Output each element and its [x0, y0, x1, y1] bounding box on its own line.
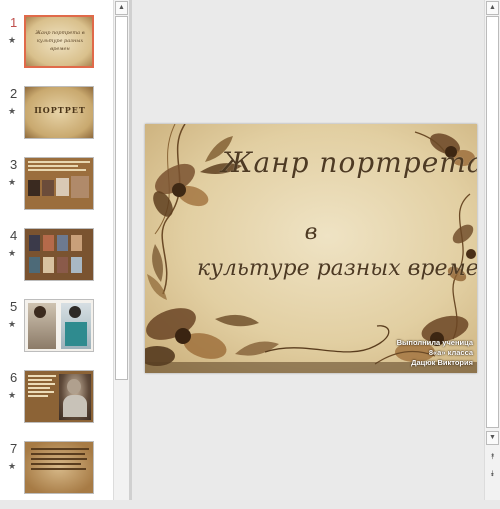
slide-thumbnail-7[interactable]: 7 ★	[0, 441, 113, 509]
scroll-up-arrow-icon[interactable]: ▲	[115, 1, 128, 15]
thumbnail-title: ПОРТРЕТ	[34, 105, 86, 115]
scroll-down-arrow-icon[interactable]: ▼	[486, 431, 499, 445]
author-line-1: Выполнила ученица	[396, 338, 473, 347]
transition-star-icon: ★	[8, 390, 17, 400]
slide-thumbnail-3[interactable]: 3 ★	[0, 157, 113, 225]
slide-title-line-3[interactable]: культуре разных времен	[197, 256, 477, 281]
slide-number: 5	[10, 299, 18, 314]
slide-thumbnail-4[interactable]: 4 ★	[0, 228, 113, 296]
transition-star-icon: ★	[8, 106, 17, 116]
slide-number: 7	[10, 441, 18, 456]
slide-number: 1	[10, 15, 18, 30]
current-slide[interactable]: Жанр портрета в культуре разных времен В…	[145, 124, 477, 373]
slide-number: 6	[10, 370, 18, 385]
transition-star-icon: ★	[8, 461, 17, 471]
slide-number: 3	[10, 157, 18, 172]
slide-thumbnail-5[interactable]: 5 ★	[0, 299, 113, 367]
slide-title-line-2[interactable]: в	[291, 220, 331, 245]
transition-star-icon: ★	[8, 248, 17, 258]
slide-preview	[24, 299, 94, 352]
slide-thumbnail-2[interactable]: 2 ★ ПОРТРЕТ	[0, 86, 113, 154]
slide-preview: ПОРТРЕТ	[24, 86, 94, 139]
slide-preview	[24, 157, 94, 210]
transition-star-icon: ★	[8, 35, 17, 45]
slide-editing-area[interactable]: Жанр портрета в культуре разных времен В…	[132, 0, 484, 500]
slide-thumbnail-6[interactable]: 6 ★	[0, 370, 113, 438]
slide-thumbnail-1[interactable]: 1 ★ Жанр портрета в культуре разных врем…	[0, 15, 113, 83]
slide-preview	[24, 228, 94, 281]
slide-preview	[24, 441, 94, 494]
slide-number: 4	[10, 228, 18, 243]
thumbnail-scrollbar[interactable]: ▲	[113, 0, 129, 500]
previous-slide-icon[interactable]: ⯭	[486, 450, 499, 464]
next-slide-icon[interactable]: ⯯	[486, 467, 499, 481]
thumbnail-title: Жанр портрета в культуре разных времен	[35, 30, 85, 52]
author-caption[interactable]: Выполнила ученица 8«а» класса Дацюк Викт…	[363, 338, 473, 368]
scrollbar-thumb[interactable]	[486, 16, 499, 428]
transition-star-icon: ★	[8, 319, 17, 329]
transition-star-icon: ★	[8, 177, 17, 187]
slide-scrollbar[interactable]: ▲ ▼ ⯭ ⯯	[484, 0, 500, 500]
scroll-up-arrow-icon[interactable]: ▲	[486, 1, 499, 15]
slide-preview: Жанр портрета в культуре разных времен	[24, 15, 94, 68]
slide-preview	[24, 370, 94, 423]
scrollbar-thumb[interactable]	[115, 16, 128, 380]
slide-thumbnail-pane: 1 ★ Жанр портрета в культуре разных врем…	[0, 0, 113, 500]
slide-title-line-1[interactable]: Жанр портрета	[221, 146, 477, 179]
author-line-3: Дацюк Виктория	[411, 358, 473, 367]
slide-number: 2	[10, 86, 18, 101]
author-line-2: 8«а» класса	[428, 348, 473, 357]
